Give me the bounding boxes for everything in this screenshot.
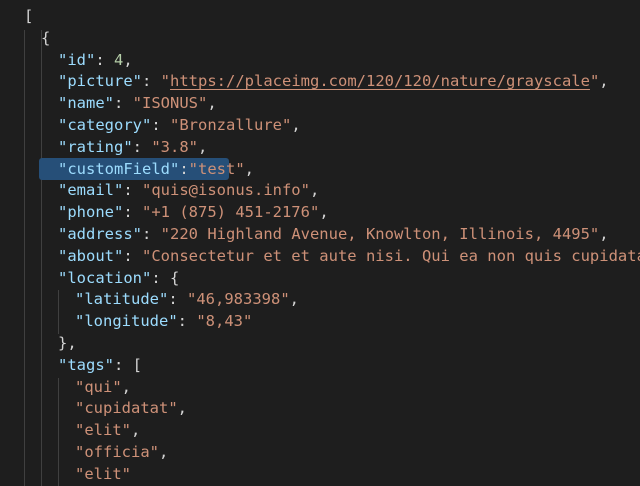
json-key: "about" xyxy=(58,246,124,265)
json-punctuation: , xyxy=(177,399,187,418)
json-string: "8,43" xyxy=(196,312,253,331)
json-punctuation: : xyxy=(123,246,142,265)
json-punctuation: : xyxy=(151,116,170,134)
code-line[interactable]: "id": 4, xyxy=(58,49,133,71)
json-string: "3.8" xyxy=(151,137,198,156)
json-string: "officia" xyxy=(75,443,159,461)
json-string: " xyxy=(160,72,171,91)
code-line[interactable]: }, xyxy=(58,332,77,354)
json-punctuation: : [ xyxy=(114,355,142,374)
json-punctuation: : xyxy=(142,225,161,243)
json-punctuation: , xyxy=(289,290,299,309)
indent-guide-2 xyxy=(41,30,42,486)
code-line[interactable]: "elit", xyxy=(75,419,140,441)
json-punctuation: [ xyxy=(24,7,34,25)
json-key: "location" xyxy=(58,268,152,287)
json-string: "elit" xyxy=(75,464,131,483)
json-punctuation: : xyxy=(123,181,142,200)
code-line[interactable]: "phone": "+1 (875) 451-2176", xyxy=(58,201,329,223)
json-key: "phone" xyxy=(58,203,124,222)
code-line[interactable]: "category": "Bronzallure", xyxy=(58,114,301,136)
json-string: "Bronzallure" xyxy=(170,116,292,134)
json-string: " xyxy=(589,72,600,91)
code-line[interactable]: "name": "ISONUS", xyxy=(58,92,217,114)
json-string: "cupidatat" xyxy=(75,399,178,418)
code-line[interactable]: "tags": [ xyxy=(58,354,142,376)
code-editor[interactable]: ····················· [{"id": 4,"picture… xyxy=(0,0,640,486)
indent-guide-3 xyxy=(58,290,59,334)
json-punctuation: { xyxy=(41,28,51,47)
json-punctuation: : xyxy=(142,72,161,91)
json-punctuation: : xyxy=(132,137,152,156)
json-punctuation: , xyxy=(244,159,255,178)
code-line[interactable]: "latitude": "46,983398", xyxy=(75,288,299,310)
code-line[interactable]: "cupidatat", xyxy=(75,397,187,419)
code-line[interactable]: "longitude": "8,43" xyxy=(75,310,252,332)
json-key: "tags" xyxy=(58,355,114,374)
json-string: "220 Highland Avenue, Knowlton, Illinois… xyxy=(160,225,600,243)
code-line[interactable]: "rating": "3.8", xyxy=(58,136,207,158)
code-line[interactable]: "about": "Consectetur et et aute nisi. Q… xyxy=(58,245,640,267)
json-punctuation: : xyxy=(95,50,114,69)
json-punctuation: , xyxy=(123,50,133,69)
json-punctuation: , xyxy=(159,443,169,461)
json-key: "longitude" xyxy=(75,312,178,331)
json-punctuation: , xyxy=(291,116,301,134)
json-string: "46,983398" xyxy=(187,290,290,309)
code-line[interactable]: "qui", xyxy=(75,376,131,398)
json-key: "customField" xyxy=(58,159,180,178)
json-key: "rating" xyxy=(58,137,133,156)
json-url-link[interactable]: https://placeimg.com/120/120/nature/gray… xyxy=(170,72,590,90)
json-string: "quis@isonus.info" xyxy=(142,181,310,200)
json-string: "test" xyxy=(188,159,245,178)
json-punctuation: , xyxy=(131,421,141,440)
json-punctuation: , xyxy=(599,72,609,91)
json-punctuation: , xyxy=(121,377,132,396)
json-punctuation: , xyxy=(309,181,320,200)
code-line[interactable]: "elit" xyxy=(75,463,131,485)
json-string: "+1 (875) 451-2176" xyxy=(142,203,320,222)
code-line[interactable]: "email": "quis@isonus.info", xyxy=(58,179,319,201)
json-punctuation: }, xyxy=(58,334,77,352)
code-line[interactable]: "picture": "https://placeimg.com/120/120… xyxy=(58,70,609,92)
json-punctuation: : { xyxy=(151,268,180,287)
code-line[interactable]: [ xyxy=(24,5,33,27)
json-string: "elit" xyxy=(75,421,131,440)
code-line[interactable]: "location": { xyxy=(58,267,179,289)
json-punctuation: : xyxy=(179,159,189,178)
code-line[interactable]: "officia", xyxy=(75,441,168,463)
json-string: "Consectetur et et aute nisi. Qui ea non… xyxy=(142,246,640,265)
json-punctuation: : xyxy=(123,203,142,222)
indent-guide-4 xyxy=(58,378,59,486)
json-punctuation: : xyxy=(168,290,187,309)
json-key: "id" xyxy=(58,50,96,69)
code-line[interactable]: "address": "220 Highland Avenue, Knowlto… xyxy=(58,223,609,245)
json-key: "address" xyxy=(58,225,142,243)
code-line[interactable]: { xyxy=(41,27,50,49)
json-key: "latitude" xyxy=(75,290,169,309)
json-punctuation: , xyxy=(599,225,609,243)
json-punctuation: , xyxy=(198,137,208,156)
json-punctuation: , xyxy=(319,203,329,222)
json-key: "email" xyxy=(58,181,124,200)
json-key: "picture" xyxy=(58,72,142,91)
json-punctuation: , xyxy=(207,94,217,113)
json-string: "qui" xyxy=(75,377,122,396)
json-string: "ISONUS" xyxy=(132,94,208,113)
json-key: "name" xyxy=(58,94,114,113)
json-key: "category" xyxy=(58,116,152,134)
json-number: 4 xyxy=(114,50,124,69)
code-line-selected[interactable]: "customField":"test", xyxy=(58,158,254,180)
json-punctuation: : xyxy=(177,312,197,331)
json-punctuation: : xyxy=(114,94,133,113)
indent-guide-1 xyxy=(24,30,25,486)
partial-top-line: ····················· xyxy=(60,0,256,9)
